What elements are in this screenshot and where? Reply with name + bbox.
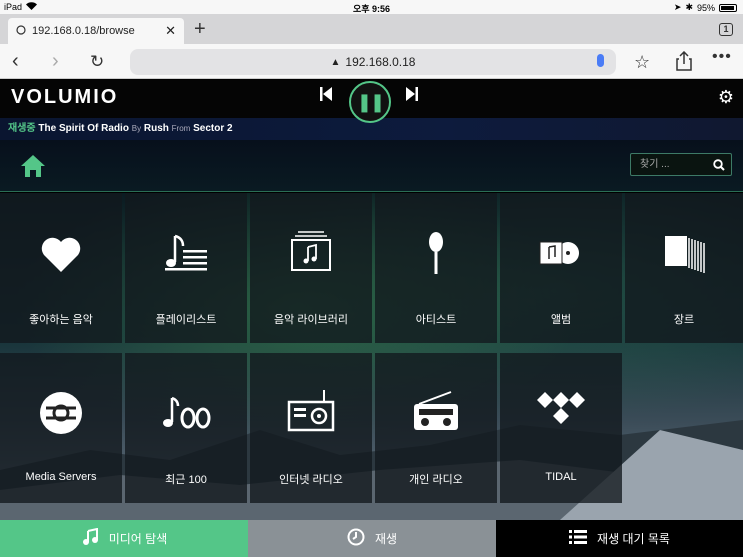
by-label: By xyxy=(131,124,142,133)
genre-icon xyxy=(665,236,705,273)
playlist-icon xyxy=(165,234,207,271)
track-title: The Spirit Of Radio xyxy=(38,123,129,134)
tile-media-servers[interactable]: Media Servers xyxy=(0,353,122,503)
tile-label: 아티스트 xyxy=(415,314,457,326)
browser-tab-bar: 192.168.0.18/browse ✕ + 1 xyxy=(0,14,743,44)
bluetooth-icon: ✱ xyxy=(685,2,693,12)
heart-icon xyxy=(41,237,81,272)
media-server-icon xyxy=(40,392,82,434)
next-track-icon[interactable] xyxy=(406,87,418,106)
reload-icon[interactable]: ↻ xyxy=(90,52,104,72)
tile-personal-radio[interactable]: 개인 라디오 xyxy=(375,353,497,503)
tile-genres[interactable]: 장르 xyxy=(625,193,743,343)
volumio-header: VOLUMIO ❚❚ ⚙ xyxy=(0,80,743,123)
bookmark-star-icon[interactable]: ☆ xyxy=(634,52,650,73)
tile-favourites[interactable]: 좋아하는 음악 xyxy=(0,193,122,343)
tile-label: 음악 라이브러리 xyxy=(274,314,348,326)
personal-radio-icon xyxy=(414,391,458,430)
tab-queue-label: 재생 대기 목록 xyxy=(597,532,670,546)
microphone-icon xyxy=(429,232,443,274)
browse-toolbar: 찾기 ... xyxy=(0,140,743,192)
browser-nav-bar: ‹ › ↻ ▲ 192.168.0.18 ☆ ••• xyxy=(0,44,743,79)
more-options-icon[interactable]: ••• xyxy=(712,48,732,66)
volumio-logo[interactable]: VOLUMIO xyxy=(11,86,118,109)
music-library-icon xyxy=(291,231,331,271)
browser-tab[interactable]: 192.168.0.18/browse ✕ xyxy=(8,18,184,44)
address-bar[interactable]: ▲ 192.168.0.18 xyxy=(130,49,616,75)
microphone-icon[interactable] xyxy=(597,54,604,67)
forward-icon[interactable]: › xyxy=(52,50,59,73)
tab-playback[interactable]: 재생 xyxy=(248,520,496,557)
home-icon[interactable] xyxy=(19,152,47,180)
track-artist: Rush xyxy=(143,123,169,134)
tab-browse-label: 미디어 탐색 xyxy=(108,532,168,546)
battery-percent: 95% xyxy=(696,2,715,13)
now-playing-label: 재생중 xyxy=(8,123,36,134)
battery-icon xyxy=(719,3,737,12)
tile-artists[interactable]: 아티스트 xyxy=(375,193,497,343)
list-icon xyxy=(569,529,588,548)
tab-queue[interactable]: 재생 대기 목록 xyxy=(496,520,743,557)
tile-label: Media Servers xyxy=(25,471,97,483)
pause-icon: ❚❚ xyxy=(356,91,385,112)
new-tab-icon[interactable]: + xyxy=(194,18,206,41)
last-100-icon xyxy=(163,396,211,429)
tile-label: 인터넷 라디오 xyxy=(279,474,343,486)
track-album: Sector 2 xyxy=(193,123,233,134)
tile-label: 장르 xyxy=(673,314,695,326)
tab-title: 192.168.0.18/browse xyxy=(32,25,135,37)
previous-track-icon[interactable] xyxy=(320,87,332,106)
back-icon[interactable]: ‹ xyxy=(12,50,19,73)
tidal-icon xyxy=(537,392,585,424)
tile-label: 앨범 xyxy=(550,314,572,326)
album-icon xyxy=(539,241,579,265)
tile-playlists[interactable]: 플레이리스트 xyxy=(125,193,247,343)
browse-content: 좋아하는 음악 플레이리스트 음악 라이브러리 아티스트 앨범 장르 Media… xyxy=(0,193,743,520)
pause-button[interactable]: ❚❚ xyxy=(349,81,391,123)
search-input[interactable]: 찾기 ... xyxy=(630,153,732,176)
tile-label: 개인 라디오 xyxy=(409,474,463,486)
music-note-icon xyxy=(81,527,99,549)
tile-tidal[interactable]: TIDAL xyxy=(500,353,622,503)
tile-label: 플레이리스트 xyxy=(155,314,217,326)
globe-icon xyxy=(16,24,26,38)
tile-last-100[interactable]: 최근 100 xyxy=(125,353,247,503)
address-text: 192.168.0.18 xyxy=(345,55,416,69)
tile-music-library[interactable]: 음악 라이브러리 xyxy=(250,193,372,343)
tile-label: 최근 100 xyxy=(165,474,207,486)
tile-web-radio[interactable]: 인터넷 라디오 xyxy=(250,353,372,503)
warning-icon: ▲ xyxy=(330,56,341,68)
settings-gear-icon[interactable]: ⚙ xyxy=(718,87,734,108)
tab-browse[interactable]: 미디어 탐색 xyxy=(0,520,248,557)
from-label: From xyxy=(171,124,191,133)
share-icon[interactable] xyxy=(676,50,692,77)
tab-playback-label: 재생 xyxy=(374,532,398,546)
search-icon[interactable] xyxy=(713,158,725,171)
clock-icon xyxy=(347,528,365,549)
tile-label: 좋아하는 음악 xyxy=(29,314,93,326)
close-tab-icon[interactable]: ✕ xyxy=(165,23,176,39)
tile-albums[interactable]: 앨범 xyxy=(500,193,622,343)
search-placeholder: 찾기 ... xyxy=(640,159,670,170)
web-radio-icon xyxy=(287,390,335,432)
tile-label: TIDAL xyxy=(545,471,577,483)
bottom-nav: 미디어 탐색 재생 재생 대기 목록 xyxy=(0,520,743,557)
location-icon: ➤ xyxy=(673,2,682,12)
tab-count-button[interactable]: 1 xyxy=(719,23,733,36)
ios-status-bar: iPad 오후 9:56 ➤ ✱ 95% xyxy=(0,0,743,14)
